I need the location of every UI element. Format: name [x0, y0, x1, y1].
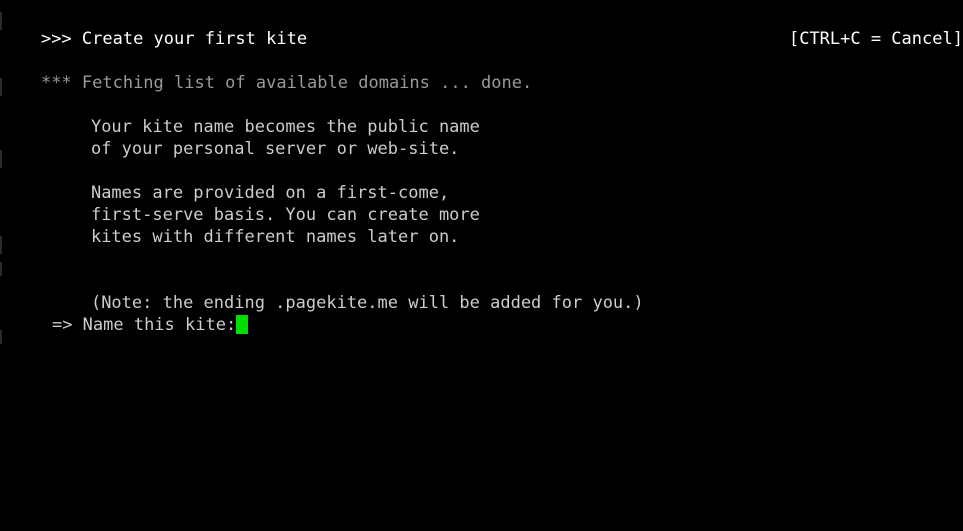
body-text: of your personal server or web-site.: [90, 139, 460, 159]
prompt-line[interactable]: => Name this kite:: [0, 292, 249, 358]
status-message: *** Fetching list of available domains .…: [40, 73, 533, 93]
cancel-hint: [CTRL+C = Cancel]: [748, 6, 963, 72]
body-paragraph-2-line-3: kites with different names later on.: [0, 204, 459, 270]
header-text: >>> Create your first kite: [40, 29, 308, 49]
text-cursor[interactable]: [236, 315, 249, 334]
cancel-hint-label: [CTRL+C = Cancel]: [788, 29, 963, 49]
terminal-window[interactable]: >>> Create your first kite [CTRL+C = Can…: [0, 0, 963, 531]
prompt-label: => Name this kite:: [51, 315, 237, 335]
body-text: kites with different names later on.: [90, 227, 460, 247]
